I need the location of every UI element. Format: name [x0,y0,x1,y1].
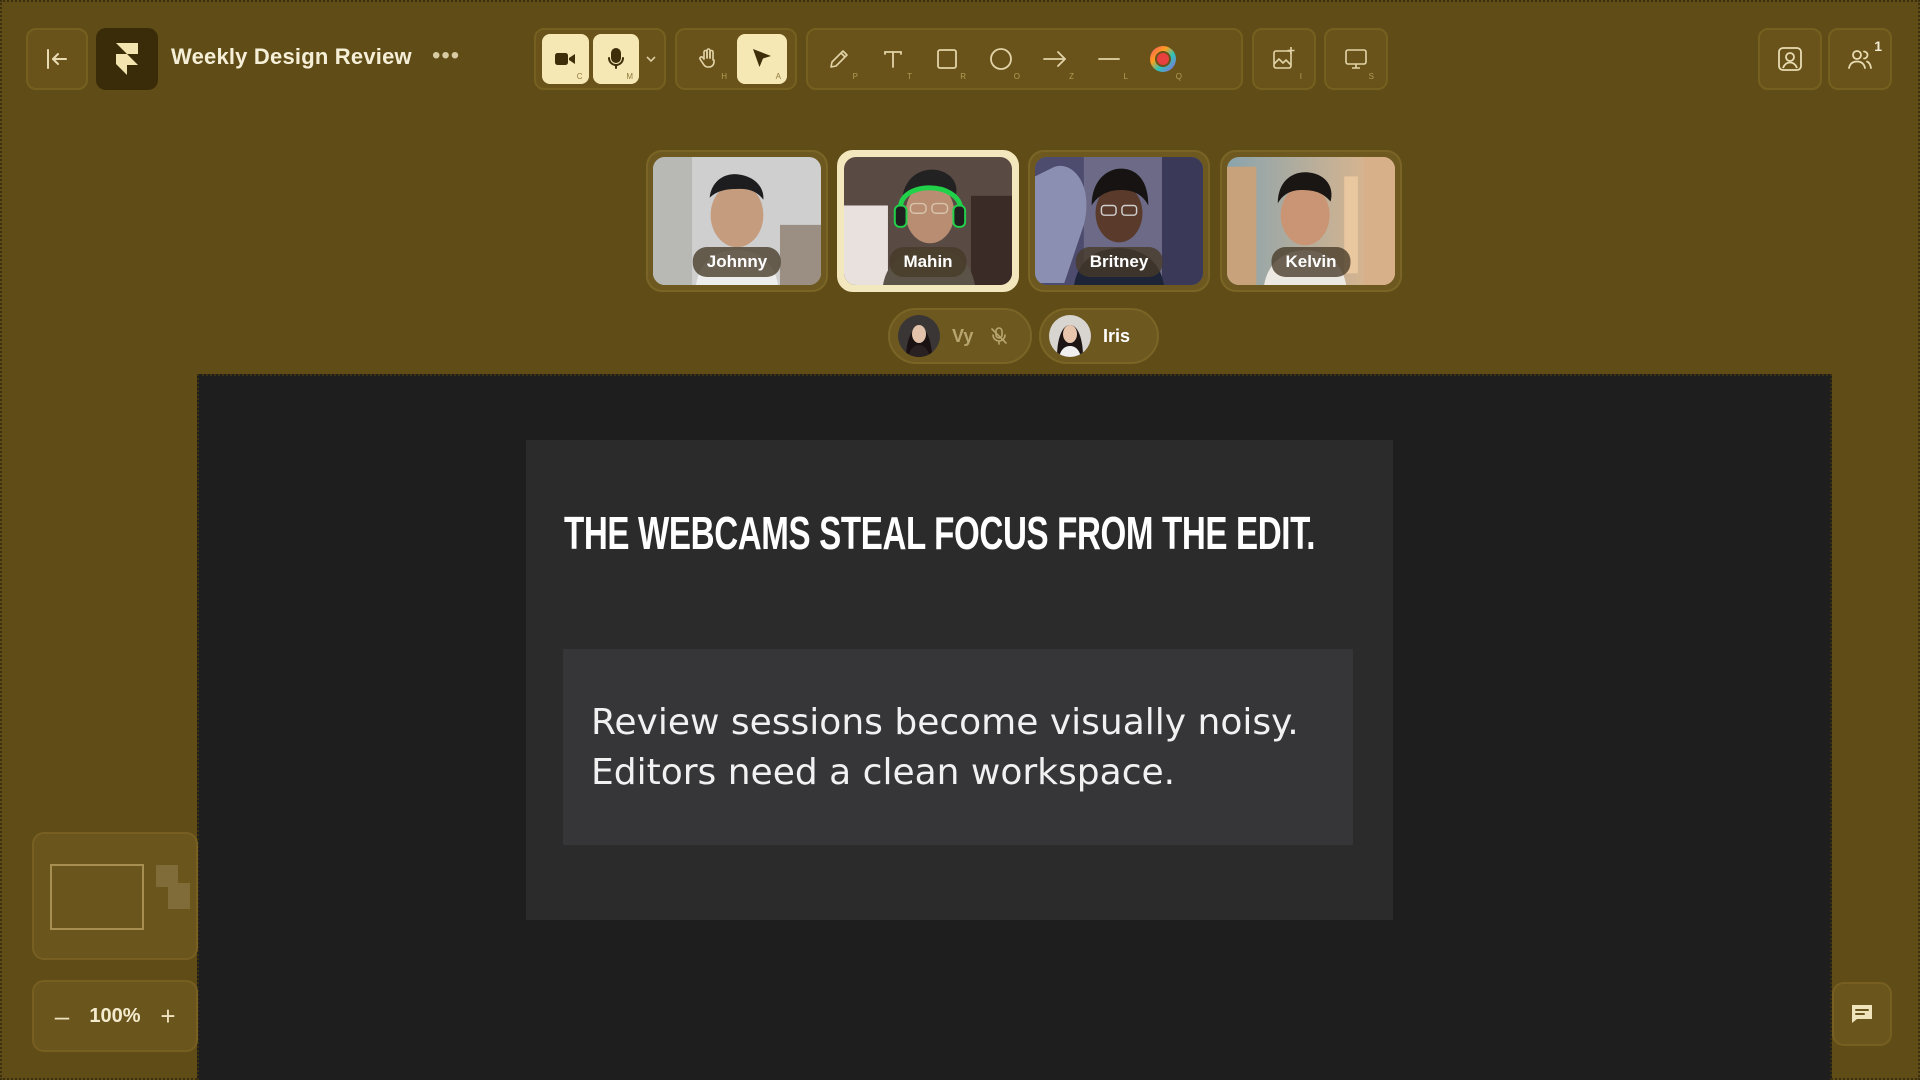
chat-bubble-icon [1852,1005,1872,1023]
image-tool-group: I [1252,28,1316,90]
rectangle-icon [937,49,957,69]
insert-image-tool[interactable]: I [1260,34,1308,84]
present-button[interactable]: S [1332,34,1380,84]
select-tool[interactable]: A [737,34,787,84]
people-icon [1848,50,1872,69]
video-tile-kelvin[interactable]: Kelvin [1220,150,1402,292]
cursor-arrow-icon [753,49,771,67]
app-logo[interactable] [96,28,158,90]
profile-button[interactable] [1758,28,1822,90]
line-tool[interactable]: L [1084,34,1134,84]
shortcut-hint: A [775,72,781,81]
exit-button[interactable] [26,28,88,90]
present-tool-group: S [1324,28,1388,90]
shortcut-hint: H [721,72,727,81]
participant-name: Vy [952,325,974,346]
avatar [898,315,940,357]
media-controls: C M [534,28,666,90]
ellipse-tool[interactable]: O [976,34,1026,84]
chevron-down-icon [645,56,656,63]
shortcut-hint: T [907,72,912,81]
video-camera-icon [555,53,576,65]
microphone-toggle[interactable]: M [592,34,640,84]
participant-name: Britney [1075,247,1163,277]
slide-body-text[interactable]: Review sessions become visually noisy. E… [591,698,1299,798]
meeting-title: Weekly Design Review [171,44,412,69]
video-feed: Johnny [653,157,821,285]
participant-count-badge: 1 [1874,38,1882,54]
shortcut-hint: M [626,72,634,81]
body-line: Review sessions become visually noisy. [591,702,1299,743]
avatar [1049,315,1091,357]
hand-tool[interactable]: H [683,34,733,84]
shortcut-hint: S [1368,72,1374,81]
slide-title[interactable]: THE WEBCAMS STEAL FOCUS FROM THE EDIT. [564,506,1316,560]
pencil-icon [830,50,848,68]
chat-button[interactable] [1832,982,1892,1046]
color-picker[interactable]: Q [1138,34,1188,84]
participant-name: Kelvin [1271,247,1351,277]
image-add-icon [1273,47,1295,69]
camera-toggle[interactable]: C [542,34,589,84]
monitor-icon [1345,49,1367,69]
pencil-tool[interactable]: P [814,34,864,84]
minimap[interactable] [32,832,198,960]
microphone-muted-icon [991,327,1008,345]
participants-button[interactable]: 1 [1828,28,1892,90]
video-tile-mahin[interactable]: Mahin [837,150,1019,292]
shortcut-hint: Z [1069,72,1074,81]
participant-name: Iris [1103,325,1131,346]
hand-icon [699,48,715,68]
framer-logo-icon [116,43,138,75]
video-tile-britney[interactable]: Britney [1028,150,1210,292]
shortcut-hint: P [852,72,858,81]
video-tile-johnny[interactable]: Johnny [646,150,828,292]
shortcut-hint: Q [1175,72,1182,81]
exit-icon [47,49,67,69]
text-icon [884,51,902,68]
more-options-button[interactable]: ••• [432,44,460,68]
line-icon [1098,58,1120,60]
user-card-icon [1778,47,1802,71]
arrow-right-icon [1043,51,1066,67]
text-tool[interactable]: T [868,34,918,84]
shortcut-hint: R [960,72,966,81]
zoom-in-button[interactable]: + [150,998,186,1034]
color-wheel-icon [1150,46,1176,72]
participant-name: Johnny [692,247,782,277]
zoom-controls: – 100% + [32,980,198,1052]
video-feed: Britney [1035,157,1203,285]
shortcut-hint: L [1123,72,1128,81]
navigation-tools: H A [675,28,797,90]
device-dropdown[interactable] [643,34,658,84]
minimap-shape [168,883,190,909]
rectangle-tool[interactable]: R [922,34,972,84]
shortcut-hint: O [1013,72,1020,81]
body-line: Editors need a clean workspace. [591,752,1176,793]
microphone-icon [607,48,624,69]
shortcut-hint: C [576,72,583,81]
shortcut-hint: I [1299,72,1302,81]
circle-icon [990,48,1012,70]
minimap-viewport[interactable] [50,864,144,930]
audio-participant-vy[interactable]: Vy [888,308,1032,364]
zoom-out-button[interactable]: – [44,998,80,1034]
drawing-tools: P T R O Z L Q [806,28,1243,90]
zoom-level[interactable]: 100% [89,1005,140,1028]
video-feed: Mahin [844,157,1012,285]
video-feed: Kelvin [1227,157,1395,285]
participant-name: Mahin [889,247,967,277]
audio-participant-iris[interactable]: Iris [1039,308,1159,364]
arrow-tool[interactable]: Z [1030,34,1080,84]
